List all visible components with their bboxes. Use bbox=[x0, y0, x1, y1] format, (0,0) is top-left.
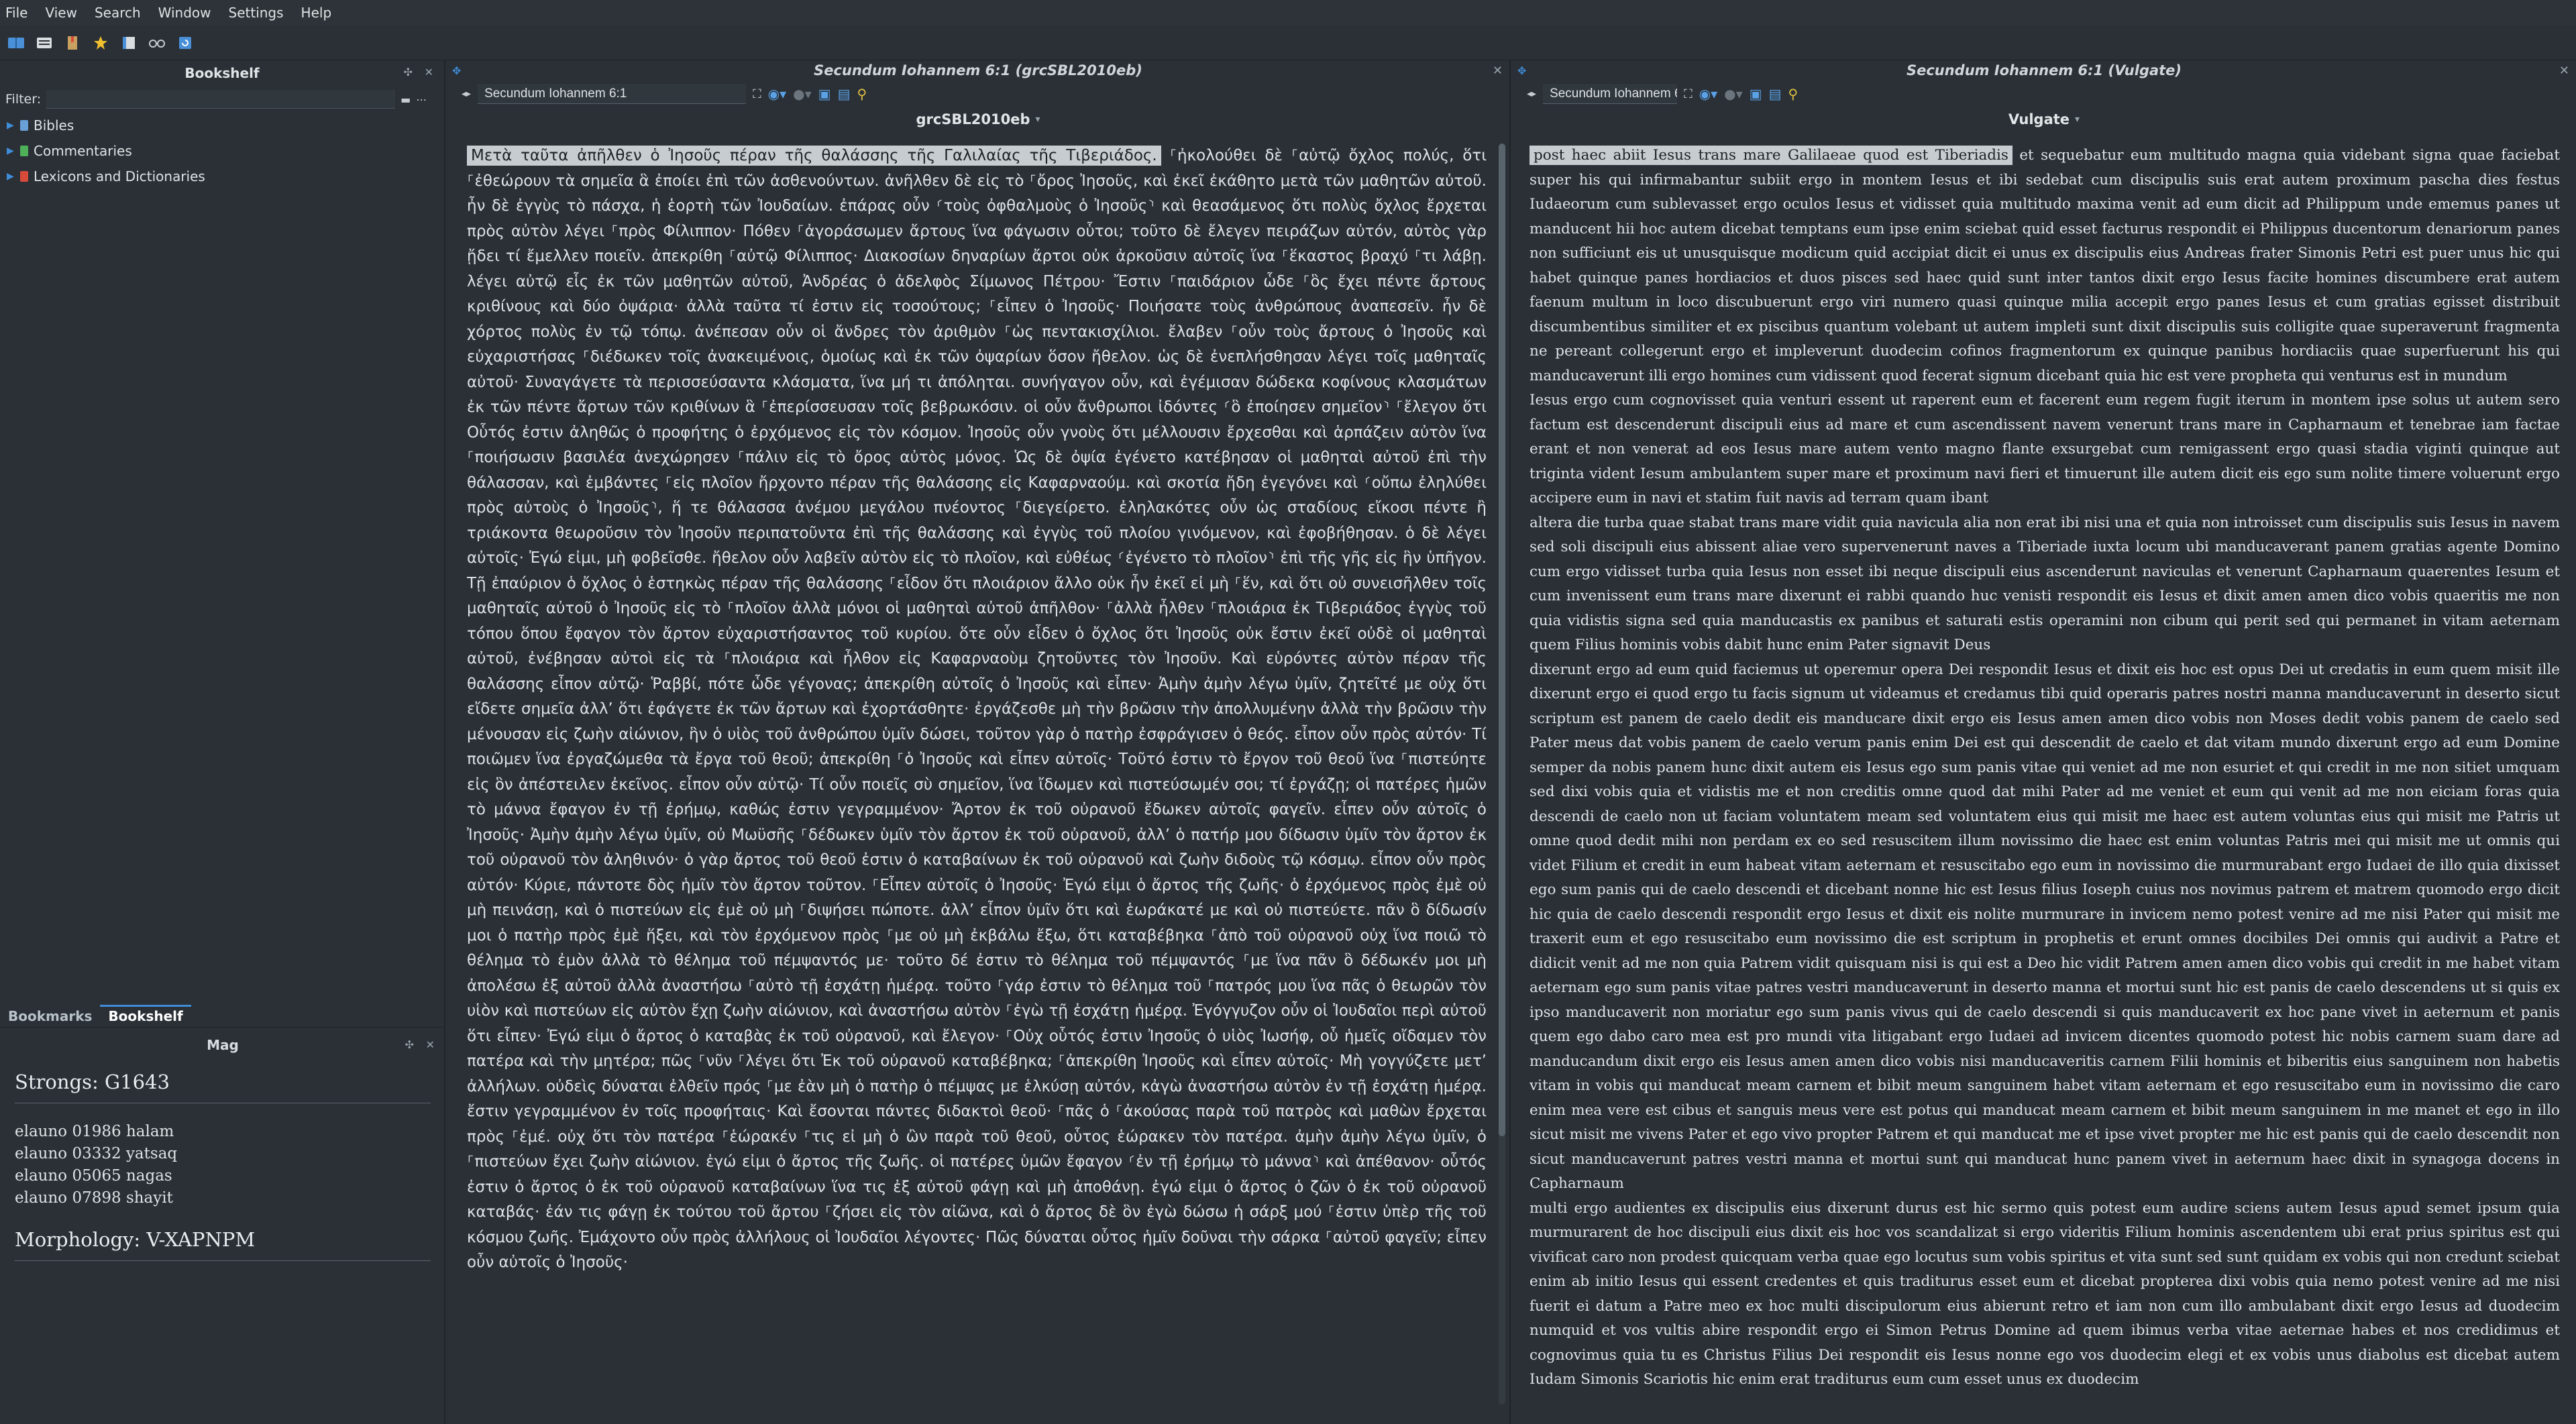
window-menu-icon[interactable]: ✥ bbox=[1517, 64, 1526, 77]
text-options-icon[interactable]: ▤ bbox=[838, 86, 851, 102]
chapter-text[interactable]: et sequebatur eum multitudo magna quia v… bbox=[1529, 147, 2560, 384]
menu-search[interactable]: Search bbox=[95, 5, 141, 21]
filter-row: Filter: ▬ ⋯ bbox=[0, 86, 444, 113]
strongs-heading: Strongs: G1643 bbox=[15, 1071, 431, 1103]
vulgate-bible-window: ✥ Secundum Iohannem 6:1 (Vulgate) ✕ ◂▸ ⛶… bbox=[1512, 60, 2576, 1424]
menu-settings[interactable]: Settings bbox=[229, 5, 284, 21]
reference-input[interactable] bbox=[478, 84, 747, 104]
mag-content: Strongs: G1643 elauno 01986 halam elauno… bbox=[15, 1071, 431, 1261]
scrollbar-thumb[interactable] bbox=[1499, 144, 1505, 1136]
star-icon[interactable] bbox=[91, 34, 110, 52]
module-chooser-icon[interactable]: ◉▾ bbox=[1699, 86, 1718, 102]
tab-bookmarks[interactable]: Bookmarks bbox=[0, 1008, 100, 1027]
window-title-bar: ✥ Secundum Iohannem 6:1 (Vulgate) ✕ bbox=[1512, 60, 2576, 80]
mag-title: Mag bbox=[207, 1037, 239, 1053]
bookmark-icon[interactable] bbox=[63, 34, 82, 52]
menu-help[interactable]: Help bbox=[301, 5, 332, 21]
close-icon[interactable]: ✕ bbox=[1493, 64, 1503, 78]
dock-controls-icon[interactable]: ✣ ✕ bbox=[404, 66, 437, 78]
expand-arrow-icon[interactable]: ▶ bbox=[7, 171, 15, 182]
close-icon[interactable]: ✕ bbox=[2559, 64, 2569, 78]
display-settings-icon[interactable]: ▣ bbox=[818, 86, 831, 102]
search-icon[interactable]: ⚲ bbox=[857, 86, 867, 102]
menu-window[interactable]: Window bbox=[158, 5, 211, 21]
navigation-bar: ◂▸ ⛶ ◉▾ ●▾ ▣ ▤ ⚲ bbox=[447, 80, 1509, 107]
module-name: Vulgate bbox=[2008, 111, 2070, 127]
bible-category-icon bbox=[20, 120, 28, 131]
paragraph: post haec abiit Iesus trans mare Galilae… bbox=[1529, 144, 2560, 388]
strongs-entry[interactable]: elauno 01986 halam bbox=[15, 1121, 431, 1143]
commentary-category-icon bbox=[20, 146, 28, 156]
tree-item-commentaries[interactable]: ▶ Commentaries bbox=[0, 138, 444, 164]
filter-label: Filter: bbox=[5, 92, 42, 107]
paragraph[interactable]: dixerunt ergo ad eum quid faciemus ut op… bbox=[1529, 658, 2560, 1197]
filter-input[interactable] bbox=[46, 90, 396, 109]
chevron-down-icon[interactable]: ▾ bbox=[2075, 114, 2080, 125]
bible-text[interactable]: Μετὰ ταῦτα ἀπῆλθεν ὁ Ἰησοῦς πέραν τῆς θα… bbox=[467, 144, 1487, 1418]
greek-bible-window: ✥ Secundum Iohannem 6:1 (grcSBL2010eb) ✕… bbox=[447, 60, 1511, 1424]
current-verse[interactable]: Μετὰ ταῦτα ἀπῆλθεν ὁ Ἰησοῦς πέραν τῆς θα… bbox=[467, 146, 1161, 166]
paragraph[interactable]: multi ergo audientes ex discipulis eius … bbox=[1529, 1197, 2560, 1392]
window-title: Secundum Iohannem 6:1 (grcSBL2010eb) bbox=[814, 62, 1142, 78]
window-menu-icon[interactable]: ✥ bbox=[452, 64, 461, 77]
module-header[interactable]: Vulgate ▾ bbox=[1512, 107, 2576, 131]
bookshelf-title: Bookshelf bbox=[184, 65, 260, 81]
clear-filter-icon[interactable]: ▬ bbox=[400, 93, 411, 106]
tree-item-lexicons[interactable]: ▶ Lexicons and Dictionaries bbox=[0, 164, 444, 189]
window-title: Secundum Iohannem 6:1 (Vulgate) bbox=[1906, 62, 2182, 78]
dock-tabs: Bookmarks Bookshelf bbox=[0, 1003, 445, 1028]
text-options-icon[interactable]: ▤ bbox=[1769, 86, 1782, 102]
left-dock: Bookshelf ✣ ✕ Filter: ▬ ⋯ ▶ Bibles ▶ Com… bbox=[0, 60, 445, 1424]
expand-arrow-icon[interactable]: ▶ bbox=[7, 120, 15, 131]
morphology-heading: Morphology: V-XAPNPM bbox=[15, 1228, 431, 1261]
bookshelf-title-bar: Bookshelf ✣ ✕ bbox=[0, 60, 444, 86]
tab-bookshelf[interactable]: Bookshelf bbox=[100, 1005, 191, 1027]
refresh-icon[interactable] bbox=[176, 34, 195, 52]
add-parallel-icon[interactable]: ●▾ bbox=[793, 86, 812, 102]
grouping-menu-icon[interactable]: ⋯ bbox=[416, 93, 427, 106]
reference-input[interactable] bbox=[1543, 84, 1678, 104]
module-name: grcSBL2010eb bbox=[916, 111, 1030, 127]
chevron-down-icon[interactable]: ▾ bbox=[1036, 114, 1040, 125]
bible-text[interactable]: post haec abiit Iesus trans mare Galilae… bbox=[1529, 144, 2560, 1418]
open-bible-icon[interactable] bbox=[7, 34, 25, 52]
chapter-text[interactable]: ⸀ἠκολούθει δὲ ⸀αὐτῷ ὄχλος πολύς, ὅτι ⸀ἐθ… bbox=[467, 147, 1487, 1271]
expand-arrow-icon[interactable]: ▶ bbox=[7, 146, 15, 156]
strongs-entry[interactable]: elauno 05065 nagas bbox=[15, 1165, 431, 1187]
tree-item-bibles[interactable]: ▶ Bibles bbox=[0, 113, 444, 138]
current-verse[interactable]: post haec abiit Iesus trans mare Galilae… bbox=[1529, 146, 2012, 165]
tree-item-label: Commentaries bbox=[34, 143, 132, 159]
nav-arrows-icon[interactable]: ◂▸ bbox=[1527, 89, 1536, 99]
open-book-icon[interactable] bbox=[35, 34, 54, 52]
menu-bar: File View Search Window Settings Help bbox=[0, 0, 2576, 25]
mag-title-bar: Mag ✣ ✕ bbox=[0, 1033, 445, 1057]
tree-item-label: Lexicons and Dictionaries bbox=[34, 168, 205, 184]
paragraph[interactable]: altera die turba quae stabat trans mare … bbox=[1529, 511, 2560, 658]
paragraph[interactable]: Iesus ergo cum cognovisset quia venturi … bbox=[1529, 388, 2560, 511]
display-settings-icon[interactable]: ▣ bbox=[1750, 86, 1762, 102]
book-chooser-icon[interactable]: ⛶ bbox=[753, 87, 761, 101]
nav-arrows-icon[interactable]: ◂▸ bbox=[462, 89, 471, 99]
glasses-icon[interactable] bbox=[148, 34, 166, 52]
menu-file[interactable]: File bbox=[5, 5, 28, 21]
dictionary-icon[interactable] bbox=[119, 34, 138, 52]
dock-controls-icon[interactable]: ✣ ✕ bbox=[405, 1038, 439, 1051]
navigation-bar: ◂▸ ⛶ ◉▾ ●▾ ▣ ▤ ⚲ bbox=[1512, 80, 2576, 107]
search-icon[interactable]: ⚲ bbox=[1788, 86, 1798, 102]
add-parallel-icon[interactable]: ●▾ bbox=[1724, 86, 1743, 102]
strongs-entry[interactable]: elauno 07898 shayit bbox=[15, 1187, 431, 1209]
toolbar bbox=[0, 25, 2576, 60]
strongs-entry[interactable]: elauno 03332 yatsaq bbox=[15, 1143, 431, 1165]
menu-view[interactable]: View bbox=[45, 5, 76, 21]
module-chooser-icon[interactable]: ◉▾ bbox=[768, 86, 787, 102]
module-header[interactable]: grcSBL2010eb ▾ bbox=[447, 107, 1509, 131]
book-chooser-icon[interactable]: ⛶ bbox=[1684, 87, 1693, 101]
scrollbar[interactable] bbox=[1499, 144, 1505, 1405]
tree-item-label: Bibles bbox=[34, 117, 74, 133]
window-title-bar: ✥ Secundum Iohannem 6:1 (grcSBL2010eb) ✕ bbox=[447, 60, 1509, 80]
lexicon-category-icon bbox=[20, 171, 28, 182]
